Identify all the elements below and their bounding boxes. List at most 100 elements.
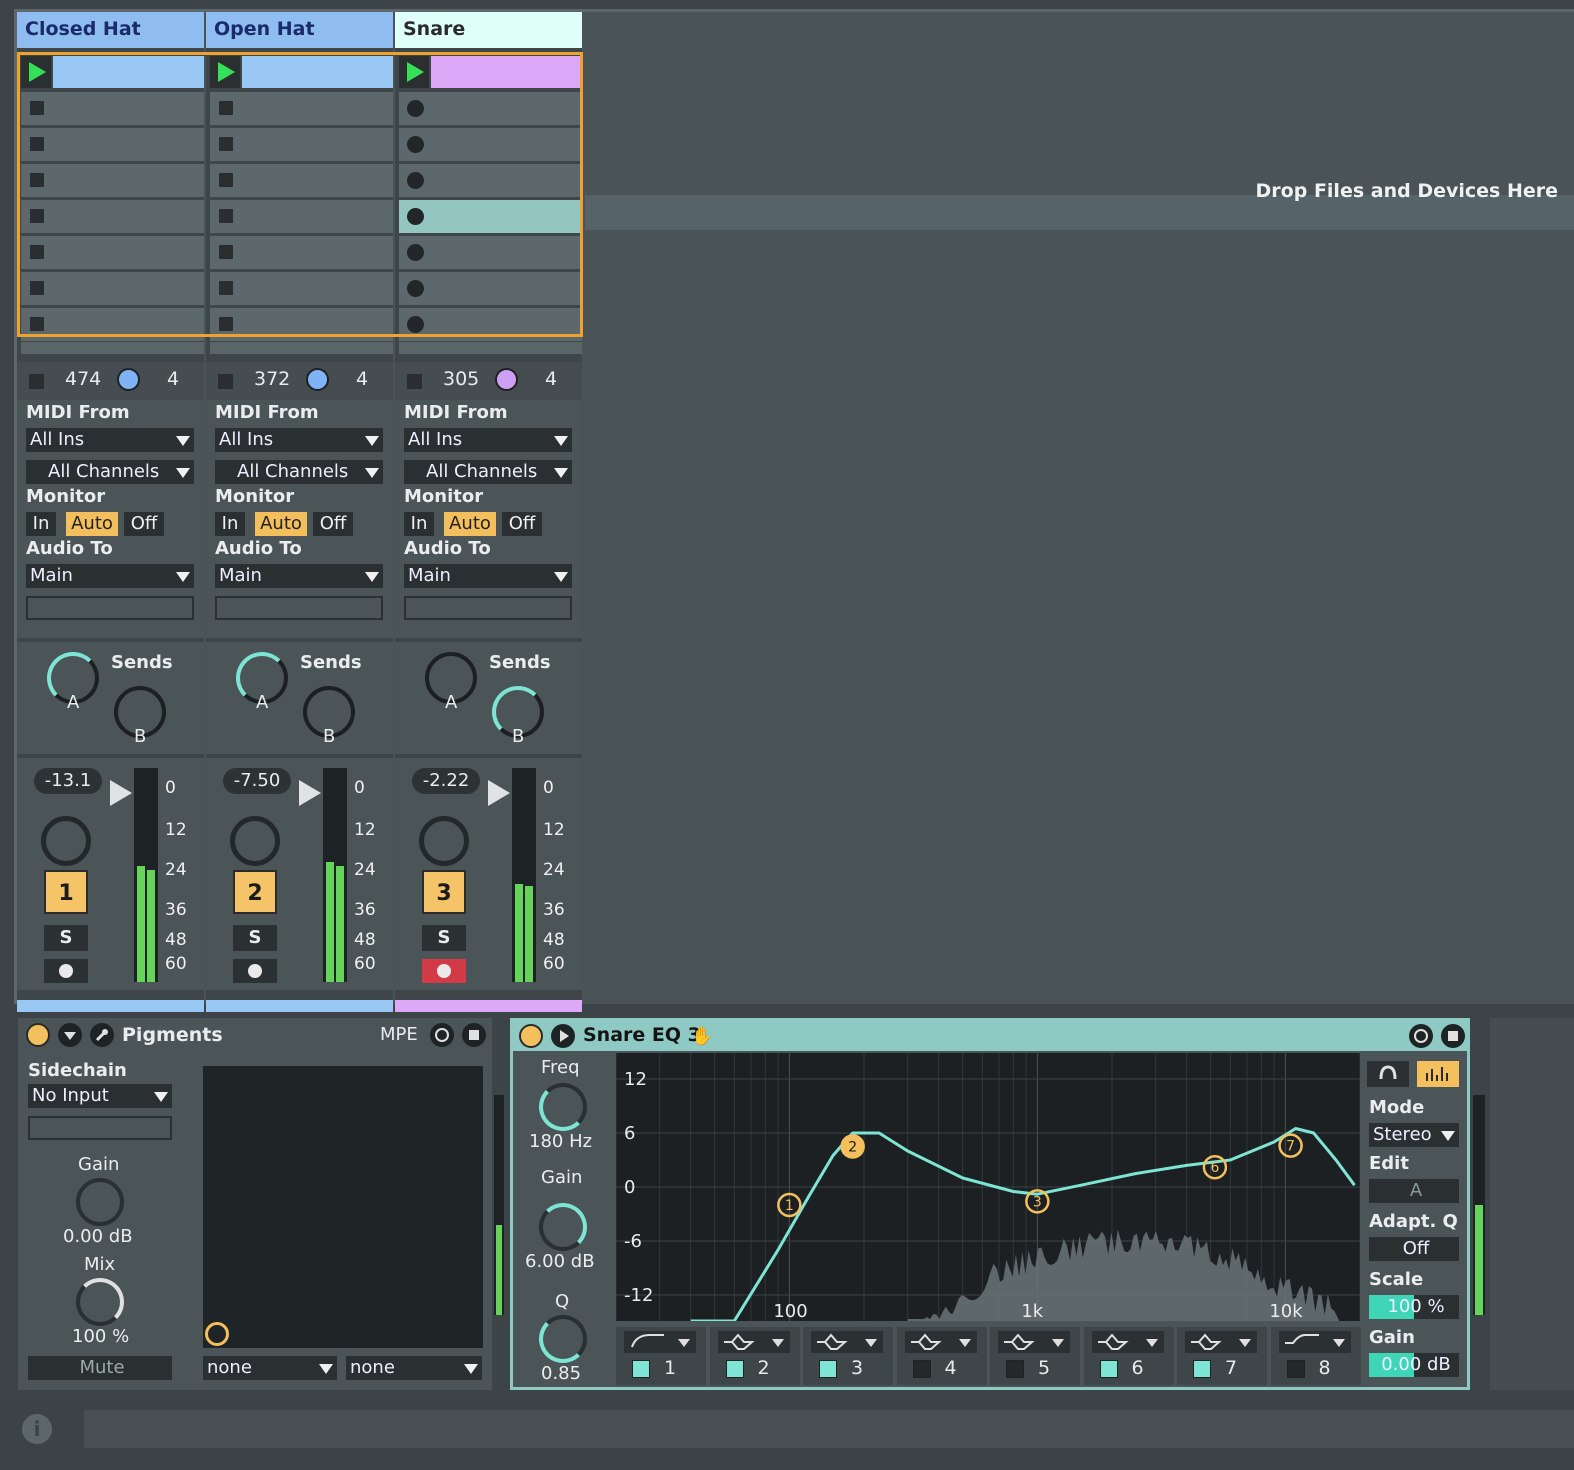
monitor-auto-button[interactable]: Auto [444,512,496,536]
clip-slot[interactable] [399,128,582,161]
clip-slot[interactable] [21,236,204,269]
arm-button[interactable] [44,959,88,983]
volume-value[interactable]: -13.1 [34,768,102,794]
audio-to-select[interactable]: Main [215,564,383,588]
stop-icon[interactable] [29,374,44,389]
stop-icon[interactable] [219,245,233,259]
filter-type-select[interactable] [1185,1331,1257,1353]
output-gain-slider[interactable]: 0.00 dB [1369,1353,1459,1377]
filter-type-select[interactable] [1278,1331,1351,1353]
clip-slot[interactable] [21,92,204,125]
eq-gain-knob[interactable] [539,1203,587,1251]
clip-slot[interactable] [399,236,582,269]
clip-slot[interactable] [210,92,393,125]
stop-clips-row[interactable] [399,342,582,354]
monitor-auto-button[interactable]: Auto [255,512,307,536]
band-enable-checkbox[interactable] [1193,1360,1211,1378]
band-enable-checkbox[interactable] [725,1360,744,1378]
monitor-auto-button[interactable]: Auto [66,512,118,536]
fold-icon[interactable] [58,1023,82,1047]
clip-slot[interactable] [399,164,582,197]
stop-icon[interactable] [30,245,44,259]
audio-to-channel-field[interactable] [26,596,194,620]
sidechain-channel-field[interactable] [28,1116,172,1140]
monitor-off-button[interactable]: Off [502,512,542,536]
clip-slot-playing[interactable] [210,56,393,88]
xy-handle[interactable] [205,1322,229,1346]
filter-type-select[interactable] [904,1331,977,1353]
eq-band-node[interactable]: 7 [1278,1133,1303,1158]
clip-slot[interactable] [399,92,582,125]
eq-band-node[interactable]: 2 [840,1134,865,1159]
track-activator-button[interactable]: 3 [422,870,466,914]
stop-clips-row[interactable] [21,342,204,354]
solo-button[interactable]: S [44,925,88,951]
band-enable-checkbox[interactable] [1006,1360,1024,1378]
info-icon[interactable]: i [22,1414,52,1444]
stop-icon[interactable] [219,137,233,151]
clip-slot[interactable] [210,308,393,341]
band-enable-checkbox[interactable] [912,1360,931,1378]
filter-type-select[interactable] [624,1331,696,1353]
midi-from-select[interactable]: All Ins [26,428,194,452]
stop-icon[interactable] [407,374,422,389]
stop-icon[interactable] [30,101,44,115]
mute-button[interactable]: Mute [28,1356,172,1380]
eq-curve-graph[interactable]: 1260-6-12100 1k 10k12367 [615,1053,1361,1323]
q-knob[interactable] [539,1315,587,1363]
clip-slot-playing[interactable] [21,56,204,88]
play-icon[interactable] [551,1024,575,1048]
hot-swap-icon[interactable] [430,1023,454,1047]
track-title[interactable]: Closed Hat [17,12,204,48]
edit-button[interactable]: A [1369,1179,1459,1203]
spectrum-icon[interactable] [1417,1061,1459,1087]
stop-icon[interactable] [30,173,44,187]
x-param-select[interactable]: none [203,1356,337,1380]
audio-to-channel-field[interactable] [404,596,572,620]
headphones-icon[interactable] [1367,1061,1409,1087]
arm-button[interactable] [422,959,466,983]
freq-knob[interactable] [539,1083,587,1131]
monitor-off-button[interactable]: Off [313,512,353,536]
filter-type-select[interactable] [717,1331,790,1353]
stop-icon[interactable] [30,209,44,223]
wrench-icon[interactable] [90,1023,114,1047]
eq-hot-swap-icon[interactable] [1409,1024,1433,1048]
stop-icon[interactable] [30,281,44,295]
pan-knob[interactable] [230,816,280,866]
stop-icon[interactable] [219,281,233,295]
eq-band-node[interactable]: 6 [1202,1154,1228,1180]
track-activator-button[interactable]: 2 [233,870,277,914]
stop-icon[interactable] [30,317,44,331]
mode-select[interactable]: Stereo [1369,1123,1459,1147]
mix-knob[interactable] [76,1278,124,1326]
stop-icon[interactable] [218,374,233,389]
band-enable-checkbox[interactable] [819,1360,837,1378]
sidechain-input-select[interactable]: No Input [28,1084,172,1108]
audio-to-select[interactable]: Main [404,564,572,588]
clip-slot[interactable] [210,236,393,269]
record-icon[interactable] [407,100,424,117]
eq-display[interactable]: 12 6 0 -6 -12 100 1k 10k 1 2 3 6 7 [615,1053,1361,1323]
scale-slider[interactable]: 100 % [1369,1295,1459,1319]
clip-slot[interactable] [210,164,393,197]
eq-save-icon[interactable] [1441,1024,1465,1048]
stop-icon[interactable] [219,317,233,331]
track-activator-button[interactable]: 1 [44,870,88,914]
track-title[interactable]: Snare [395,12,582,48]
track-title[interactable]: Open Hat [206,12,393,48]
clip-slot[interactable] [21,200,204,233]
midi-channel-select[interactable]: All Channels [215,460,383,484]
record-icon[interactable] [407,316,424,333]
monitor-in-button[interactable]: In [215,512,245,536]
drop-zone[interactable] [585,12,1574,1000]
clip-slot[interactable] [399,272,582,305]
stop-icon[interactable] [219,209,233,223]
device-power-button[interactable] [26,1023,50,1047]
midi-channel-select[interactable]: All Channels [26,460,194,484]
audio-to-channel-field[interactable] [215,596,383,620]
monitor-in-button[interactable]: In [404,512,434,536]
midi-from-select[interactable]: All Ins [215,428,383,452]
clip-slot[interactable] [21,128,204,161]
record-icon[interactable] [407,244,424,261]
